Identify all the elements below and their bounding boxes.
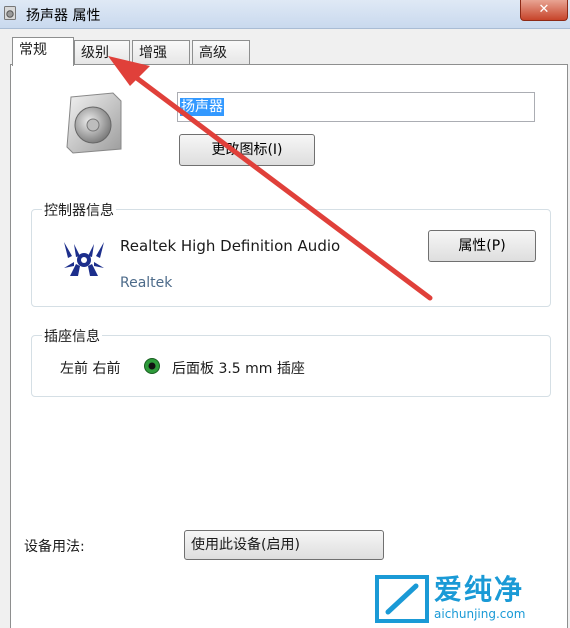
- jack-description: 后面板 3.5 mm 插座: [172, 361, 305, 377]
- change-icon-button[interactable]: 更改图标(I): [179, 134, 315, 166]
- device-name-input[interactable]: 扬声器: [177, 92, 535, 122]
- watermark-logo-icon: [375, 575, 429, 623]
- properties-button[interactable]: 属性(P): [428, 230, 536, 262]
- close-button[interactable]: ✕: [520, 0, 568, 21]
- tab-advanced[interactable]: 高级: [192, 40, 250, 64]
- controller-vendor: Realtek: [120, 275, 173, 291]
- device-name-value: 扬声器: [180, 98, 224, 116]
- tab-general[interactable]: 常规: [12, 37, 74, 66]
- jack-channels: 左前 右前: [60, 361, 121, 377]
- jack-info-group: 插座信息 左前 右前 后面板 3.5 mm 插座: [31, 326, 551, 397]
- controller-info-label: 控制器信息: [42, 200, 116, 220]
- watermark: 爱纯净 aichunjing.com: [374, 574, 566, 624]
- window-title: 扬声器 属性: [26, 8, 101, 24]
- controller-device-name: Realtek High Definition Audio: [120, 237, 341, 255]
- title-bar: 扬声器 属性 ✕: [0, 0, 570, 29]
- device-usage-label: 设备用法:: [24, 539, 85, 555]
- tab-levels[interactable]: 级别: [74, 40, 130, 64]
- green-jack-icon: [144, 358, 160, 374]
- tab-enhancements[interactable]: 增强: [132, 40, 190, 64]
- watermark-url: aichunjing.com: [434, 607, 526, 621]
- speaker-icon: [66, 92, 122, 154]
- device-usage-select[interactable]: 使用此设备(启用): [184, 530, 384, 560]
- jack-info-label: 插座信息: [42, 326, 102, 346]
- controller-info-group: 控制器信息 Realtek High Definition Audio Real…: [31, 200, 551, 307]
- speaker-icon: [4, 6, 16, 20]
- realtek-logo: [64, 242, 104, 276]
- watermark-brand: 爱纯净: [434, 573, 525, 606]
